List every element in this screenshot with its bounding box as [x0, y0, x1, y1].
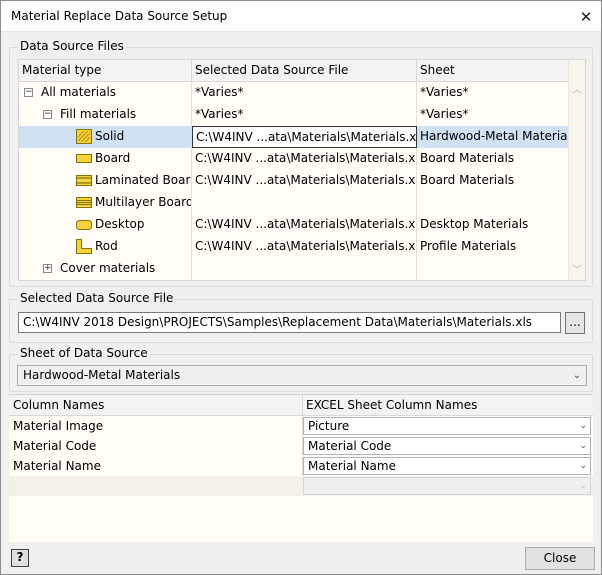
sheet-select-value: Hardwood-Metal Materials [23, 368, 181, 382]
close-window-button[interactable]: ✕ [571, 1, 601, 32]
column-header-sheet[interactable]: Sheet [417, 60, 569, 82]
mapping-column-name: Material Name [13, 459, 101, 473]
row-sheet-cell[interactable]: Profile Materials [417, 236, 569, 258]
row-sheet-cell[interactable]: Desktop Materials [417, 214, 569, 236]
help-button[interactable]: ? [11, 549, 29, 567]
close-button[interactable]: Close [525, 547, 595, 570]
scroll-up-icon[interactable]: ︿ [569, 82, 585, 99]
board-material-icon [76, 154, 92, 163]
tree-row-rod[interactable]: Rod C:\W4INV ...ata\Materials\Materials.… [19, 236, 569, 258]
mapping-row-material-image: Material Image Picture ⌄ [9, 416, 593, 436]
row-sheet-cell[interactable]: *Varies* [417, 82, 569, 104]
mapping-row-material-code: Material Code Material Code ⌄ [9, 436, 593, 456]
tree-row-label: Desktop [95, 217, 145, 231]
row-sheet-cell[interactable]: Board Materials [417, 170, 569, 192]
tree-row-cover-materials[interactable]: + Cover materials [19, 258, 569, 280]
tree-row-board[interactable]: Board C:\W4INV ...ata\Materials\Material… [19, 148, 569, 170]
laminated-board-icon [76, 175, 92, 186]
solid-material-icon [76, 129, 92, 144]
row-sheet-cell[interactable]: Board Materials [417, 148, 569, 170]
excel-column-select[interactable]: Material Code ⌄ [303, 437, 591, 455]
desktop-material-icon [76, 220, 92, 230]
scroll-down-icon[interactable]: ﹀ [569, 262, 585, 279]
tree-row-multilayer-board[interactable]: Multilayer Board [19, 192, 569, 214]
row-file-cell[interactable] [192, 258, 417, 280]
chevron-down-icon: ⌄ [579, 441, 587, 451]
chevron-down-icon: ⌄ [572, 370, 582, 381]
data-source-file-path-field[interactable]: C:\W4INV 2018 Design\PROJECTS\Samples\Re… [18, 312, 561, 333]
tree-row-fill-materials[interactable]: − Fill materials *Varies* *Varies* [19, 104, 569, 126]
tree-row-laminated-board[interactable]: Laminated Board C:\W4INV ...ata\Material… [19, 170, 569, 192]
row-file-cell[interactable]: C:\W4INV ...ata\Materials\Materials.xls [192, 170, 417, 192]
selected-file-label: Selected Data Source File [18, 291, 176, 305]
collapse-icon[interactable]: − [43, 110, 52, 119]
row-file-cell[interactable] [192, 192, 417, 214]
chevron-down-icon: ⌄ [579, 461, 587, 471]
excel-column-select[interactable]: Material Name ⌄ [303, 457, 591, 475]
chevron-down-icon: ⌄ [579, 481, 587, 491]
row-file-cell[interactable]: *Varies* [192, 104, 417, 126]
row-sheet-cell[interactable] [417, 258, 569, 280]
collapse-icon[interactable]: − [24, 88, 33, 97]
tree-row-label: Cover materials [60, 261, 156, 275]
material-tree-grid: Material type Selected Data Source File … [18, 59, 586, 281]
row-file-cell[interactable]: C:\W4INV ...ata\Materials\Materials.xls [192, 214, 417, 236]
mapping-column-name: Material Code [13, 439, 97, 453]
tree-row-desktop[interactable]: Desktop C:\W4INV ...ata\Materials\Materi… [19, 214, 569, 236]
column-header-data-source-file[interactable]: Selected Data Source File [192, 60, 417, 82]
multilayer-board-icon [76, 197, 92, 208]
row-file-cell[interactable]: *Varies* [192, 82, 417, 104]
data-source-files-label: Data Source Files [18, 39, 126, 53]
row-file-cell[interactable]: C:\W4INV ...ata\Materials\Materials.xls [192, 236, 417, 258]
dialog-window: Material Replace Data Source Setup ✕ Dat… [0, 0, 602, 575]
mapping-row-material-name: Material Name Material Name ⌄ [9, 456, 593, 476]
excel-column-select[interactable]: Picture ⌄ [303, 417, 591, 435]
window-title: Material Replace Data Source Setup [11, 9, 228, 23]
rod-material-icon [76, 239, 92, 254]
tree-row-label: Multilayer Board [95, 195, 192, 209]
browse-file-button[interactable]: ... [565, 312, 585, 334]
excel-column-value: Picture [308, 419, 350, 433]
excel-column-select-disabled: ⌄ [303, 477, 591, 495]
column-header-material-type[interactable]: Material type [19, 60, 192, 82]
row-sheet-cell[interactable]: Hardwood-Metal Materials [417, 126, 569, 148]
row-file-cell[interactable]: C:\W4INV ...ata\Materials\Materials.xls [192, 148, 417, 170]
column-header-excel-columns: EXCEL Sheet Column Names [306, 398, 478, 412]
tree-row-label: Board [95, 151, 131, 165]
column-header-column-names: Column Names [13, 398, 105, 412]
tree-vertical-scrollbar[interactable]: ︿ ﹀ [568, 60, 585, 280]
mapping-column-name: Material Image [13, 419, 104, 433]
tree-row-solid[interactable]: Solid C:\W4INV ...ata\Materials\Material… [19, 126, 569, 148]
expand-icon[interactable]: + [43, 264, 52, 273]
tree-row-label: Fill materials [60, 107, 137, 121]
column-mapping-grid: Column Names EXCEL Sheet Column Names Ma… [9, 394, 593, 542]
chevron-down-icon: ⌄ [579, 421, 587, 431]
row-file-cell[interactable]: C:\W4INV ...ata\Materials\Materials.xls [192, 126, 417, 148]
tree-grid-header: Material type Selected Data Source File … [19, 60, 569, 82]
tree-row-label: Laminated Board [95, 173, 192, 187]
tree-row-label: Rod [95, 239, 118, 253]
row-sheet-cell[interactable]: *Varies* [417, 104, 569, 126]
tree-row-all-materials[interactable]: − All materials *Varies* *Varies* [19, 82, 569, 104]
tree-row-label: Solid [95, 129, 125, 143]
mapping-row-empty: ⌄ [9, 476, 593, 496]
excel-column-value: Material Code [308, 439, 392, 453]
sheet-source-label: Sheet of Data Source [18, 346, 150, 360]
row-sheet-cell[interactable] [417, 192, 569, 214]
title-bar: Material Replace Data Source Setup ✕ [1, 1, 601, 32]
sheet-select[interactable]: Hardwood-Metal Materials ⌄ [17, 365, 587, 386]
excel-column-value: Material Name [308, 459, 396, 473]
tree-row-label: All materials [41, 85, 117, 99]
mapping-header: Column Names EXCEL Sheet Column Names [9, 395, 593, 416]
